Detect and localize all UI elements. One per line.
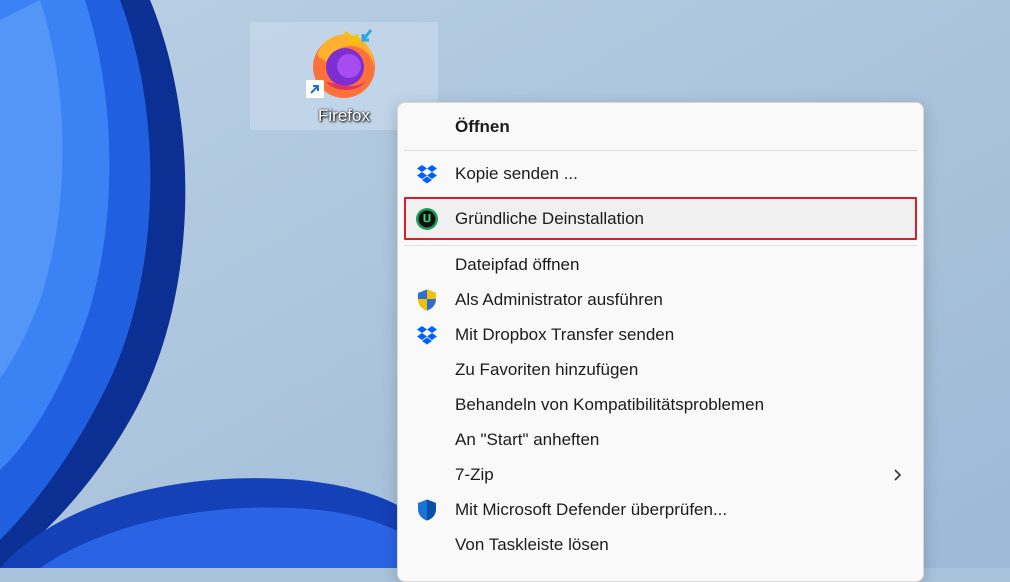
menu-item-7zip[interactable]: 7-Zip xyxy=(398,458,923,492)
menu-separator xyxy=(404,245,917,246)
menu-item-open[interactable]: Öffnen xyxy=(398,110,923,144)
menu-item-thorough-uninstall[interactable]: Gründliche Deinstallation xyxy=(398,202,923,236)
shortcut-arrow-icon xyxy=(306,80,324,98)
menu-item-dropbox-transfer[interactable]: Mit Dropbox Transfer senden xyxy=(398,318,923,352)
menu-item-pin-to-start[interactable]: An "Start" anheften xyxy=(398,423,923,457)
menu-item-label: Behandeln von Kompatibilitätsproblemen xyxy=(455,395,765,414)
menu-separator xyxy=(404,150,917,151)
menu-item-label: 7-Zip xyxy=(455,465,494,484)
menu-item-run-as-admin[interactable]: Als Administrator ausführen xyxy=(398,283,923,317)
menu-item-unpin-taskbar[interactable]: Von Taskleiste lösen xyxy=(398,528,923,562)
menu-item-label: Gründliche Deinstallation xyxy=(455,209,644,228)
defender-shield-icon xyxy=(418,499,436,521)
menu-item-troubleshoot-compatibility[interactable]: Behandeln von Kompatibilitätsproblemen xyxy=(398,388,923,422)
menu-item-label: Mit Dropbox Transfer senden xyxy=(455,325,675,344)
menu-item-label: Mit Microsoft Defender überprüfen... xyxy=(455,500,728,519)
chevron-right-icon xyxy=(894,469,902,481)
uninstaller-icon xyxy=(416,208,438,230)
menu-item-label: Als Administrator ausführen xyxy=(455,290,663,309)
menu-item-label: Dateipfad öffnen xyxy=(455,255,580,274)
menu-item-defender-scan[interactable]: Mit Microsoft Defender überprüfen... xyxy=(398,493,923,527)
menu-item-send-copy[interactable]: Kopie senden ... xyxy=(398,157,923,191)
dropbox-icon xyxy=(417,165,437,184)
menu-item-open-file-location[interactable]: Dateipfad öffnen xyxy=(398,248,923,282)
menu-item-label: Von Taskleiste lösen xyxy=(455,535,609,554)
menu-item-label: Zu Favoriten hinzufügen xyxy=(455,360,639,379)
dropbox-icon xyxy=(417,326,437,345)
context-menu: Öffnen Kopie senden ... Gründliche Deins… xyxy=(397,102,924,582)
uac-shield-icon xyxy=(418,289,436,311)
menu-item-label: Öffnen xyxy=(455,117,510,136)
menu-item-add-favorites[interactable]: Zu Favoriten hinzufügen xyxy=(398,353,923,387)
menu-item-label: Kopie senden ... xyxy=(455,164,578,183)
menu-item-label: An "Start" anheften xyxy=(455,430,600,449)
